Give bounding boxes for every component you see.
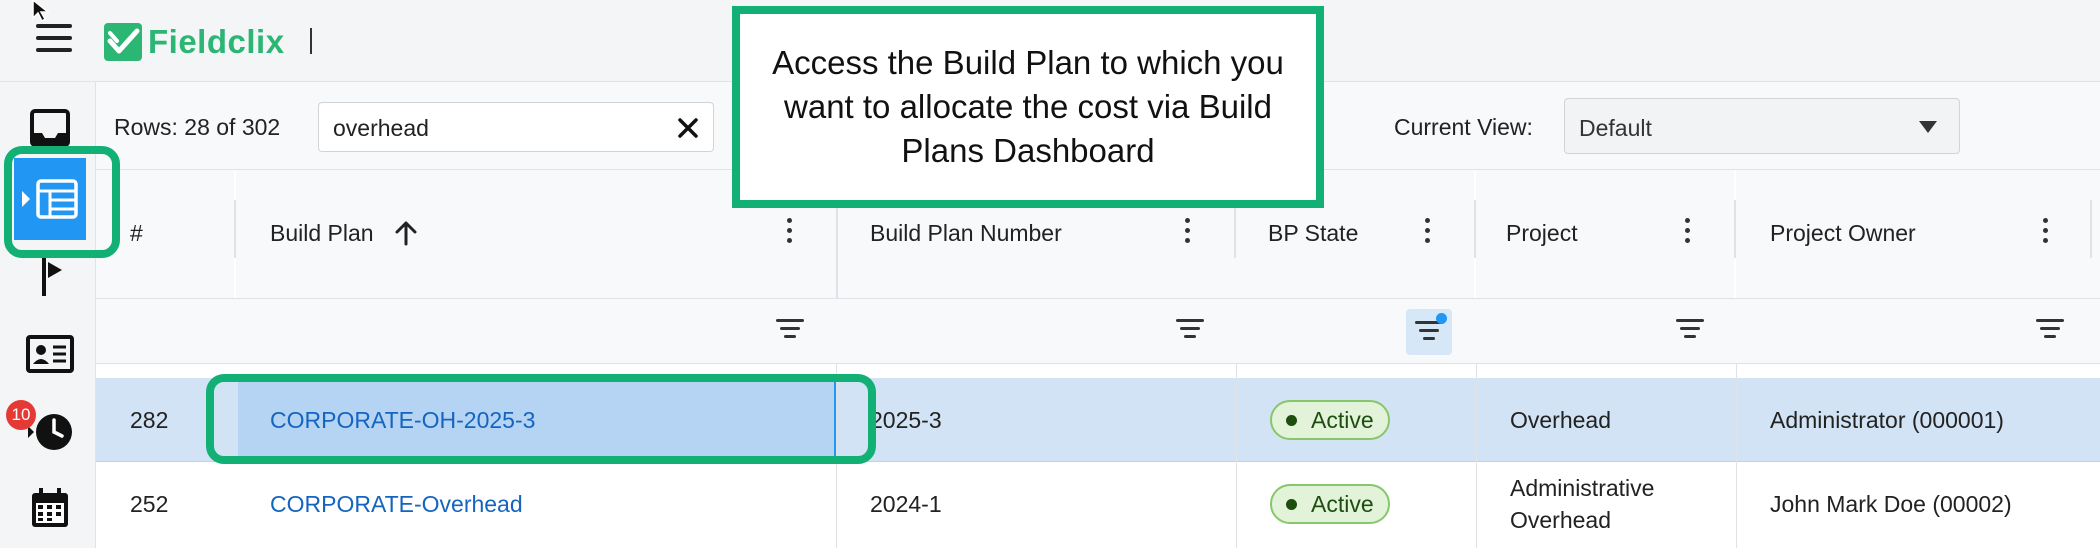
- current-view-label: Current View:: [1394, 114, 1533, 140]
- cell-number: 252: [130, 490, 169, 517]
- build-plan-row-highlight: [206, 374, 876, 464]
- column-resize-handle[interactable]: [2090, 200, 2092, 258]
- filter-icon[interactable]: [1676, 319, 1704, 343]
- mouse-cursor-icon: [32, 0, 51, 22]
- brand-name: Fieldclix: [148, 23, 285, 60]
- active-filter-button[interactable]: [1406, 309, 1452, 355]
- chevron-down-icon: [1919, 121, 1937, 133]
- search-input[interactable]: [333, 113, 663, 143]
- clear-search-icon[interactable]: [675, 115, 701, 141]
- cell-bp-state: Active: [1270, 378, 1390, 462]
- current-view-select[interactable]: Default: [1564, 98, 1960, 154]
- column-menu-icon[interactable]: [2040, 218, 2050, 248]
- sidebar-item-calendar[interactable]: [14, 476, 86, 540]
- flag-icon: [42, 256, 62, 296]
- filter-icon: [1415, 321, 1443, 345]
- sidebar-item-contacts[interactable]: [14, 322, 86, 386]
- column-menu-icon[interactable]: [1682, 218, 1692, 248]
- search-field[interactable]: [318, 102, 714, 152]
- tutorial-callout: Access the Build Plan to which you want …: [732, 6, 1324, 208]
- rows-count: Rows: 28 of 302: [114, 114, 281, 140]
- build-plan-link[interactable]: CORPORATE-Overhead: [270, 491, 523, 518]
- filter-row: [96, 298, 2100, 364]
- cell-build-plan[interactable]: CORPORATE-Overhead: [270, 462, 523, 546]
- column-menu-icon[interactable]: [784, 218, 794, 248]
- divider: [310, 28, 312, 54]
- cell-build-plan-number: 2024-1: [870, 490, 942, 517]
- cell-project: Administrative Overhead: [1510, 475, 1655, 533]
- calendar-icon: [32, 488, 68, 527]
- table-row[interactable]: 252 CORPORATE-Overhead 2024-1 Active Adm…: [96, 462, 2100, 546]
- column-divider: [1476, 364, 1477, 548]
- id-card-icon: [26, 335, 74, 373]
- filter-icon[interactable]: [776, 319, 804, 343]
- cell-project-owner: John Mark Doe (00002): [1770, 490, 2012, 517]
- cell-project-owner: Administrator (000001): [1770, 406, 2004, 433]
- sidebar-highlight: [4, 146, 120, 258]
- fieldclix-logo-mark-icon: [104, 23, 142, 61]
- filter-active-dot: [1436, 313, 1447, 324]
- column-header-project-owner[interactable]: Project Owner: [1736, 170, 2100, 298]
- cell-bp-state: Active: [1270, 462, 1390, 546]
- column-menu-icon[interactable]: [1422, 218, 1432, 248]
- current-view-value: Default: [1579, 115, 1652, 141]
- status-badge: Active: [1270, 484, 1390, 524]
- sort-ascending-icon[interactable]: [394, 220, 418, 246]
- status-badge: Active: [1270, 400, 1390, 440]
- hamburger-menu-icon[interactable]: [36, 24, 72, 54]
- cell-build-plan-number: 2025-3: [870, 406, 942, 433]
- cell-project: Overhead: [1510, 406, 1612, 433]
- cell-number: 282: [130, 406, 169, 433]
- column-header-project[interactable]: Project: [1476, 170, 1734, 298]
- notification-badge: 10: [6, 400, 36, 430]
- filter-icon[interactable]: [1176, 319, 1204, 343]
- column-divider: [1736, 364, 1737, 548]
- fieldclix-logo[interactable]: Fieldclix: [104, 22, 285, 62]
- inbox-icon: [30, 109, 70, 147]
- filter-icon[interactable]: [2036, 319, 2064, 343]
- column-divider: [1236, 364, 1237, 548]
- column-menu-icon[interactable]: [1182, 218, 1192, 248]
- build-plans-grid: # Build Plan Build Plan Number BP State …: [96, 170, 2100, 548]
